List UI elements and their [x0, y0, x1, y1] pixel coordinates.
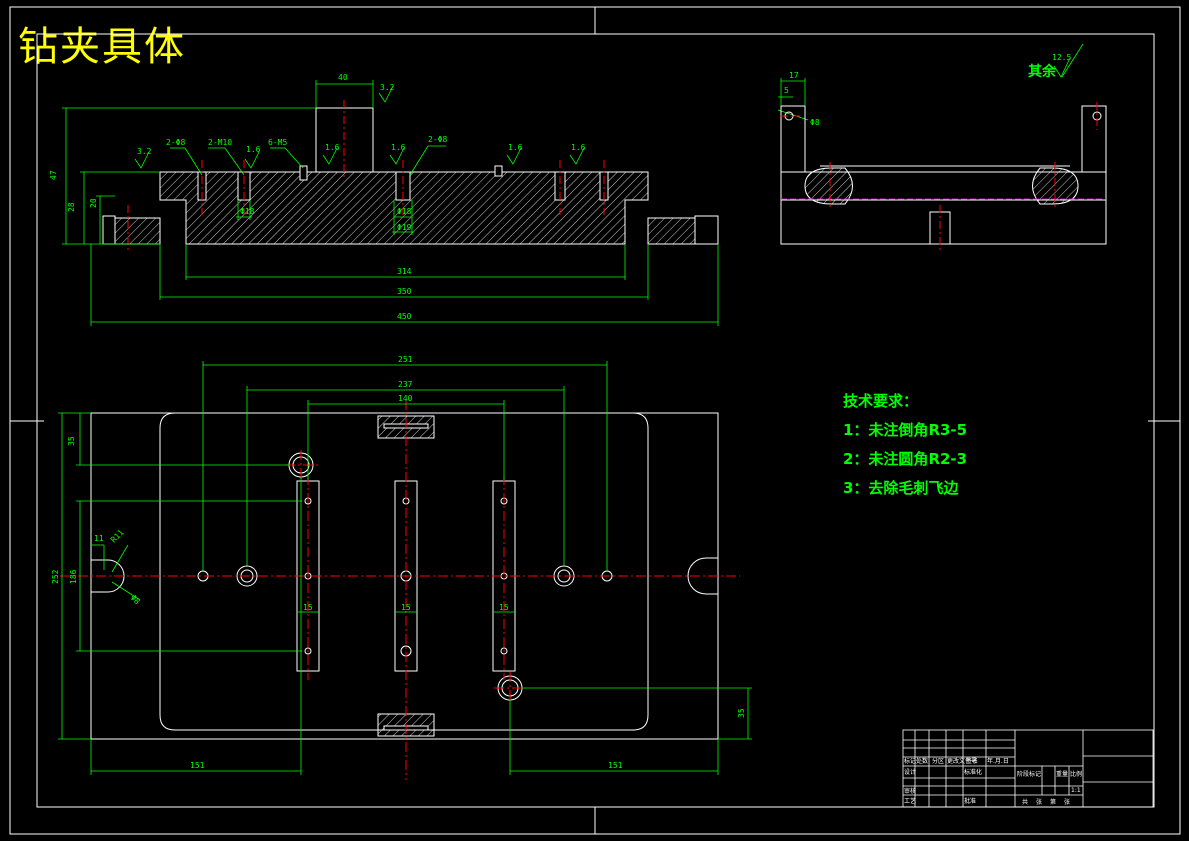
- tb-cell: 审核: [904, 787, 916, 795]
- dim-diameter: Φ18: [397, 207, 412, 216]
- requirement-item: 2：未注圆角R2-3: [843, 450, 968, 468]
- tb-cell: 设计: [904, 768, 916, 776]
- dim-span-inner: 140: [398, 394, 413, 403]
- tb-cell: 共: [1022, 798, 1028, 806]
- cad-drawing: 40 3.2 3.2 2-Φ8 2-M10 1.6 6-M5 1.6 1.6 2…: [9, 6, 1181, 835]
- dim-side-offset: 5: [784, 86, 789, 95]
- tb-cell: 批准: [964, 797, 976, 805]
- dim-overall-height: 47: [49, 170, 58, 180]
- roughness-value: 1.6: [508, 143, 523, 152]
- roughness-value: 1.6: [391, 143, 406, 152]
- dim-bottom-offset: 35: [737, 708, 746, 718]
- dim-left-offset: 11: [94, 534, 104, 543]
- dim-slot-width: 15: [499, 603, 509, 612]
- title-block: [902, 729, 1154, 808]
- dim-bottom-left: 151: [190, 761, 205, 770]
- roughness-value: 1.6: [325, 143, 340, 152]
- requirement-item: 3：去除毛刺飞边: [843, 479, 959, 497]
- tb-cell: 重量: [1056, 770, 1068, 778]
- tb-cell: 工艺: [904, 797, 916, 805]
- dim-body-width: 350: [397, 287, 412, 296]
- centering-marks: [10, 7, 1180, 834]
- dim-top-offset: 35: [67, 436, 76, 446]
- tb-cell: 标准化: [964, 768, 982, 776]
- tb-cell: 分区: [932, 757, 944, 765]
- roughness-note-value: 12.5: [1052, 53, 1071, 62]
- tb-cell: 标记: [904, 757, 916, 765]
- inner-frame: [36, 33, 1155, 808]
- tb-cell: 1:1: [1071, 787, 1081, 794]
- hole-callout: 2-Φ8: [428, 135, 447, 144]
- dim-side-hole: Φ8: [810, 118, 820, 127]
- dim-slot-width: 15: [303, 603, 313, 612]
- roughness-note-label: 其余: [1028, 63, 1057, 80]
- dim-radius: R11: [109, 528, 126, 545]
- dim-diameter: Φ19: [397, 223, 412, 232]
- tb-cell: 阶段标记: [1017, 770, 1041, 778]
- plan-view: 251 237 140 35 186 252 15 15 15 11 R11 Φ…: [51, 355, 752, 780]
- tb-cell: 第: [1050, 798, 1056, 806]
- requirement-item: 1：未注倒角R3-5: [843, 421, 968, 439]
- dim-height-inner: 186: [69, 569, 78, 584]
- dim-span-outer: 251: [398, 355, 413, 364]
- dim-slot-width: 15: [401, 603, 411, 612]
- dim-bottom-right: 151: [608, 761, 623, 770]
- roughness-value: 1.6: [246, 145, 261, 154]
- dim-inner-width: 314: [397, 267, 412, 276]
- tb-cell: 张: [1064, 798, 1070, 806]
- roughness-value: 1.6: [571, 143, 586, 152]
- hole-callout: 2-Φ8: [166, 138, 185, 147]
- outer-frame: [9, 6, 1181, 835]
- dim-span-mid: 237: [398, 380, 413, 389]
- hole-callout: 6-M5: [268, 138, 287, 147]
- hole-callout: 2-M10: [208, 138, 232, 147]
- dim-diameter: Φ18: [240, 207, 255, 216]
- dim-side-width: 17: [789, 71, 799, 80]
- dim-left-diameter: Φ8: [129, 593, 142, 606]
- tb-cell: 处数: [916, 757, 928, 765]
- dim-flange-height: 20: [89, 198, 98, 208]
- dim-body-height: 28: [67, 202, 76, 212]
- dim-height-overall: 252: [51, 569, 60, 584]
- dim-overall-width: 450: [397, 312, 412, 321]
- tb-cell: 年.月.日: [987, 757, 1009, 765]
- roughness-value: 3.2: [380, 83, 395, 92]
- tb-cell: 张: [1036, 798, 1042, 806]
- roughness-note: 其余 12.5: [1028, 53, 1071, 80]
- front-section-view: 40 3.2 3.2 2-Φ8 2-M10 1.6 6-M5 1.6 1.6 2…: [49, 43, 1084, 326]
- tb-cell: 比例: [1070, 770, 1082, 778]
- dim-top-width: 40: [338, 73, 348, 82]
- requirements-heading: 技术要求：: [843, 392, 919, 410]
- side-view: 17 5 Φ8: [778, 71, 1107, 250]
- tb-cell: 签名: [966, 757, 978, 765]
- roughness-value: 3.2: [137, 147, 152, 156]
